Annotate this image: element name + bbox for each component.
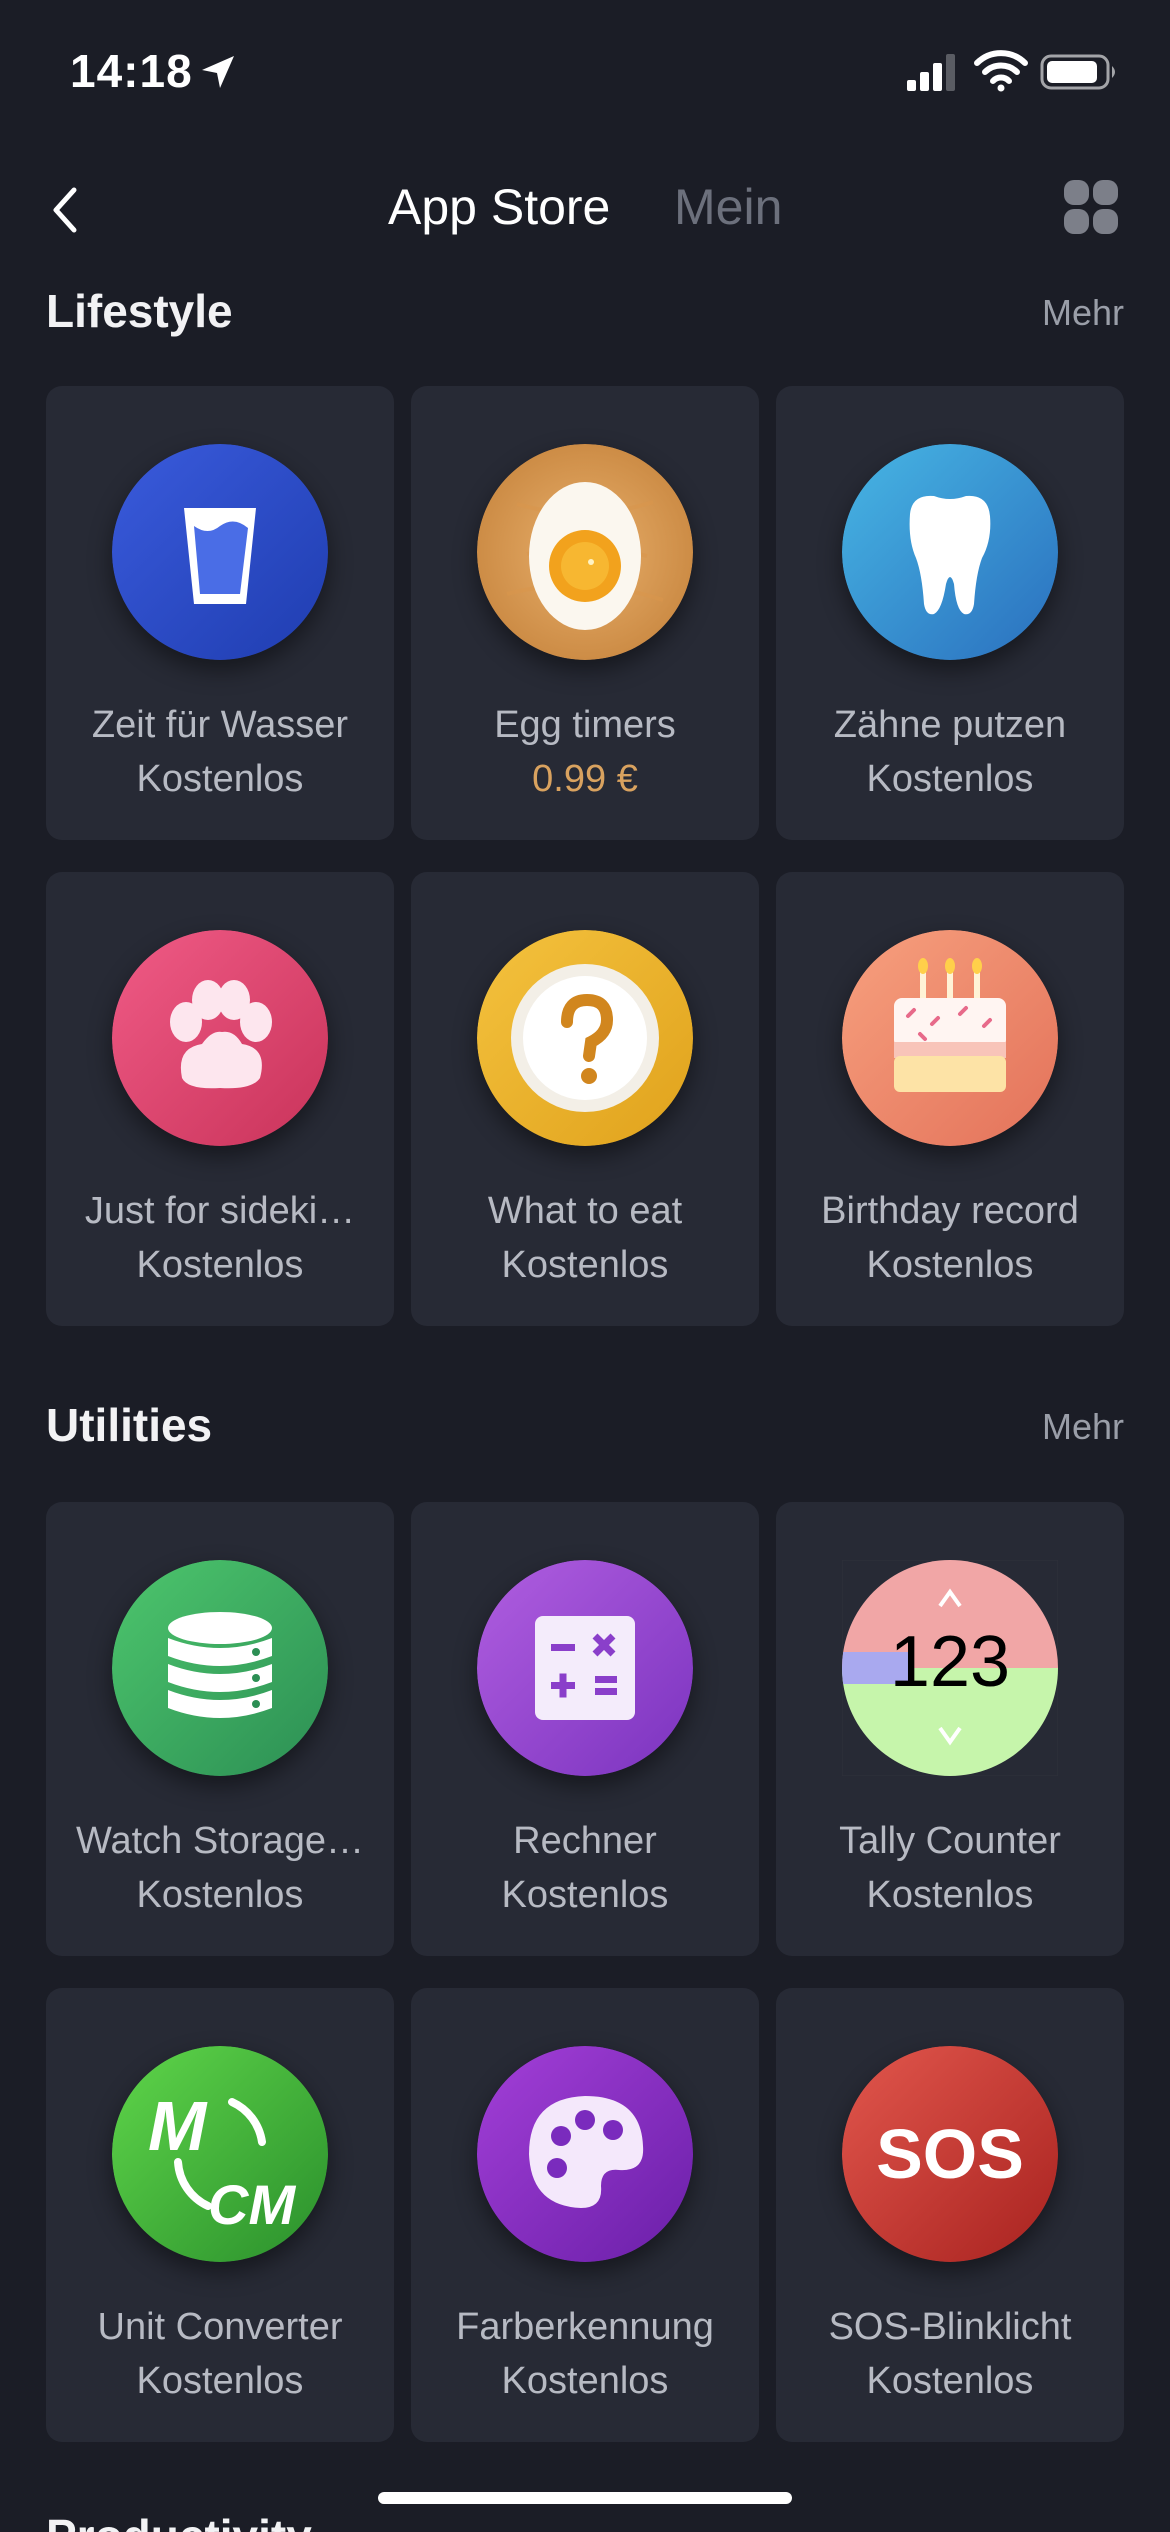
unit-to-label: CM: [208, 2173, 296, 2236]
app-card[interactable]: Watch Storage… Kostenlos: [46, 1502, 394, 1956]
cellular-signal-icon: [905, 52, 957, 92]
app-name: Rechner: [513, 1820, 657, 1862]
app-name: Zeit für Wasser: [91, 704, 349, 746]
app-card[interactable]: Farberkennung Kostenlos: [411, 1988, 759, 2442]
app-card[interactable]: Zeit für Wasser Kostenlos: [46, 386, 394, 840]
tally-counter-icon: 123: [842, 1560, 1058, 1776]
app-card[interactable]: 123 Tally Counter Kostenlos: [776, 1502, 1124, 1956]
birthday-cake-icon: [842, 930, 1058, 1146]
app-price: Kostenlos: [501, 2360, 669, 2402]
app-price: Kostenlos: [136, 758, 304, 800]
water-glass-icon: [112, 444, 328, 660]
app-price: Kostenlos: [866, 758, 1034, 800]
palette-icon: [477, 2046, 693, 2262]
section-title: Lifestyle: [46, 285, 233, 337]
paw-icon: [112, 930, 328, 1146]
chevron-left-icon: [53, 187, 77, 233]
egg-icon: [477, 444, 693, 660]
app-name: Egg timers: [494, 704, 676, 746]
app-name: Unit Converter: [97, 2306, 343, 2348]
app-card[interactable]: Egg timers 0.99 €: [411, 386, 759, 840]
app-name: What to eat: [487, 1190, 683, 1232]
app-name: Farberkennung: [456, 2306, 714, 2348]
section-title: Utilities: [46, 1399, 213, 1451]
app-card[interactable]: Just for sideki… Kostenlos: [46, 872, 394, 1326]
status-time: 14:18: [70, 45, 193, 97]
top-navigation: App Store Mein: [0, 170, 1170, 250]
app-name: Zähne putzen: [833, 704, 1067, 746]
tooth-icon: [842, 444, 1058, 660]
question-plate-icon: [477, 930, 693, 1146]
database-icon: [112, 1560, 328, 1776]
section-title-productivity: Productivity: [46, 2508, 312, 2532]
more-link[interactable]: Mehr: [1042, 292, 1124, 334]
grid-menu-button[interactable]: [1062, 178, 1120, 236]
wifi-icon: [974, 48, 1028, 92]
app-name: SOS-Blinklicht: [828, 2306, 1072, 2348]
app-name: Watch Storage…: [76, 1820, 364, 1862]
app-price: Kostenlos: [136, 2360, 304, 2402]
app-price: Kostenlos: [501, 1874, 669, 1916]
app-card[interactable]: SOS SOS-Blinklicht Kostenlos: [776, 1988, 1124, 2442]
app-name: Just for sideki…: [84, 1190, 356, 1232]
status-bar: 14:18: [0, 0, 1170, 140]
app-price: Kostenlos: [866, 1874, 1034, 1916]
app-price: 0.99 €: [532, 758, 638, 800]
tab-app-store[interactable]: App Store: [388, 178, 610, 236]
tally-counter-value: 123: [890, 1622, 1010, 1702]
sos-icon: SOS: [842, 2046, 1058, 2262]
app-name: Tally Counter: [839, 1820, 1061, 1862]
home-indicator[interactable]: [378, 2492, 792, 2504]
app-name: Birthday record: [821, 1190, 1079, 1232]
location-arrow-icon: [198, 52, 238, 92]
app-card[interactable]: What to eat Kostenlos: [411, 872, 759, 1326]
calculator-icon: [477, 1560, 693, 1776]
app-price: Kostenlos: [866, 1244, 1034, 1286]
back-button[interactable]: [42, 180, 92, 240]
app-price: Kostenlos: [501, 1244, 669, 1286]
more-link[interactable]: Mehr: [1042, 1406, 1124, 1448]
sos-label: SOS: [876, 2115, 1024, 2193]
app-card[interactable]: M CM Unit Converter Kostenlos: [46, 1988, 394, 2442]
app-price: Kostenlos: [866, 2360, 1034, 2402]
battery-icon: [1040, 52, 1120, 92]
tab-mein[interactable]: Mein: [674, 178, 782, 236]
section-header-lifestyle: Lifestyle Mehr: [0, 284, 1170, 344]
grid-icon: [1064, 180, 1118, 234]
app-card[interactable]: Rechner Kostenlos: [411, 1502, 759, 1956]
unit-from-label: M: [148, 2087, 208, 2165]
unit-converter-icon: M CM: [112, 2046, 328, 2262]
app-price: Kostenlos: [136, 1874, 304, 1916]
app-card[interactable]: Zähne putzen Kostenlos: [776, 386, 1124, 840]
app-card[interactable]: Birthday record Kostenlos: [776, 872, 1124, 1326]
app-price: Kostenlos: [136, 1244, 304, 1286]
section-header-utilities: Utilities Mehr: [0, 1398, 1170, 1458]
